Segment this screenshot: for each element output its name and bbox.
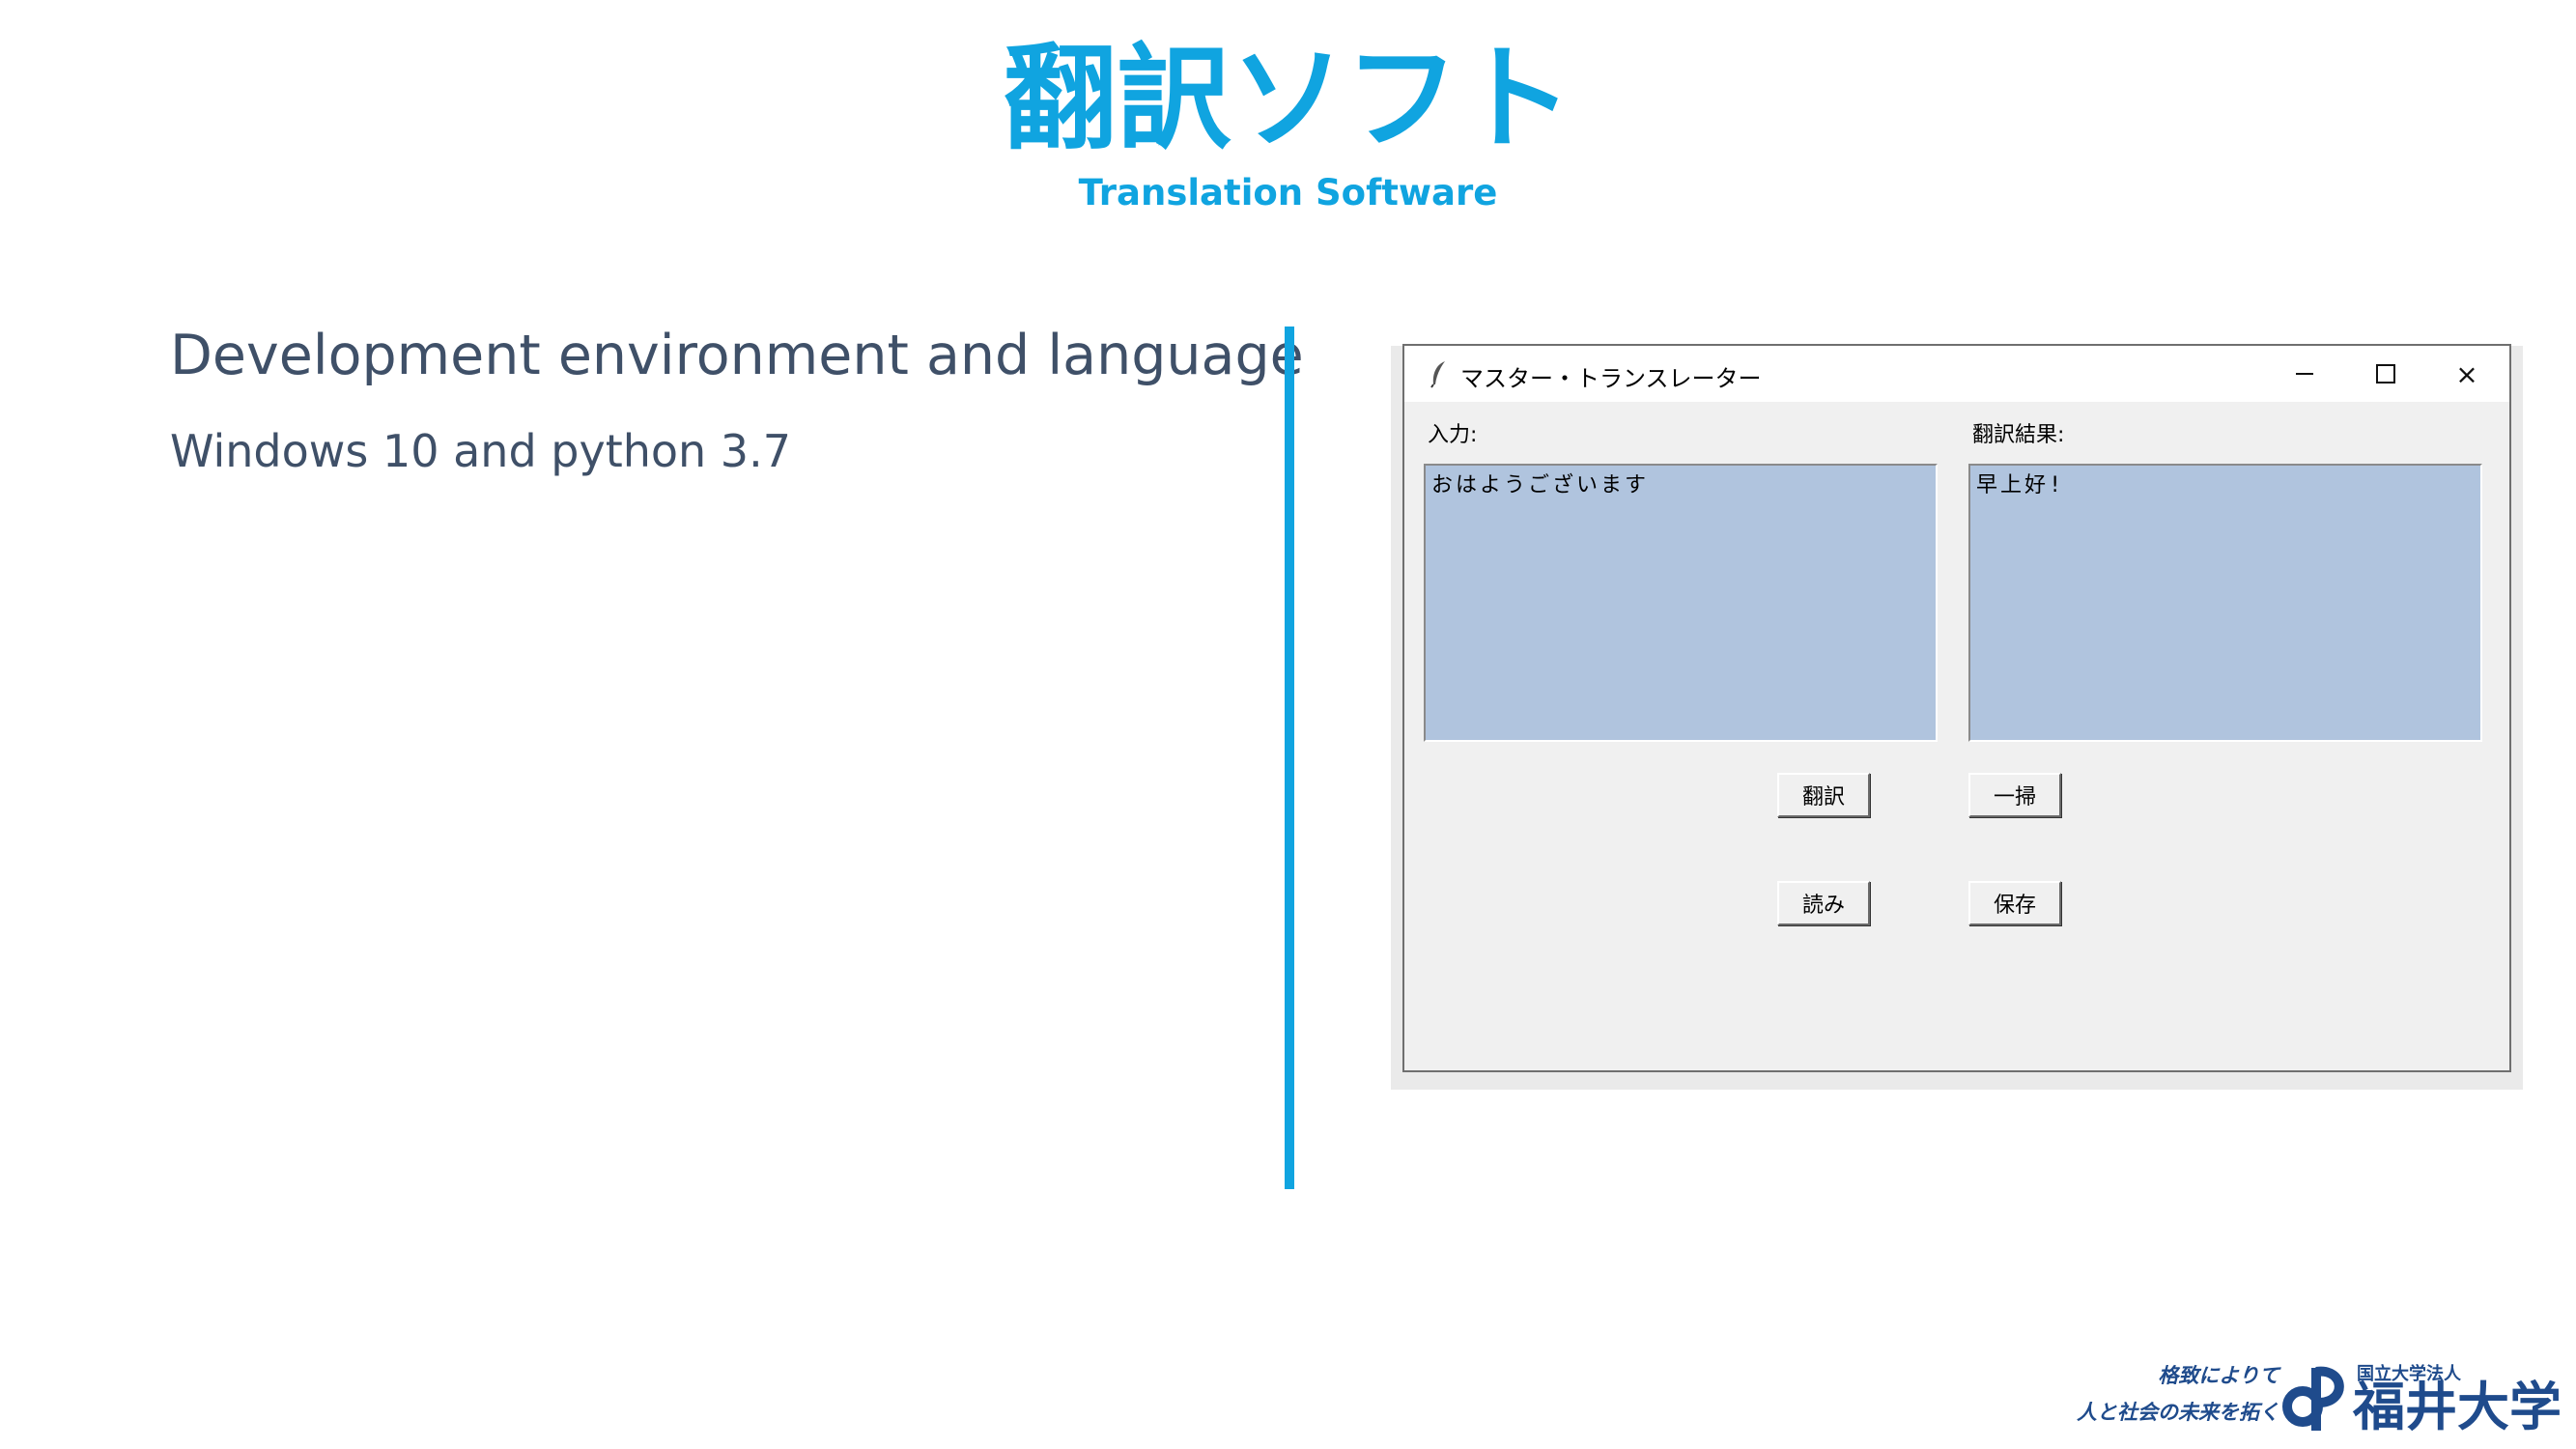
university-logo: 格致によりて 人と社会の未来を拓く 国立大学法人 福井大学	[2028, 1352, 2569, 1449]
output-label: 翻訳結果:	[1972, 423, 2065, 447]
section-text: Windows 10 and python 3.7	[170, 425, 791, 477]
maximize-icon	[2376, 364, 2395, 384]
slide-subtitle: Translation Software	[1078, 172, 1498, 213]
close-icon: ×	[2455, 357, 2478, 390]
logo-motto-line2: 人と社会の未来を拓く	[2077, 1401, 2279, 1424]
window-title: マスター・トランスレーター	[1460, 365, 1762, 392]
clear-button[interactable]: 一掃	[1968, 773, 2061, 817]
window-titlebar[interactable]: マスター・トランスレーター ×	[1404, 346, 2509, 402]
minimize-icon	[2296, 373, 2313, 375]
section-heading: Development environment and language	[170, 324, 1304, 387]
minimize-button[interactable]	[2264, 346, 2345, 402]
save-button[interactable]: 保存	[1968, 881, 2061, 925]
translator-window: マスター・トランスレーター × 入力: 翻訳結果: おはようございます 早上好!…	[1402, 344, 2511, 1072]
maximize-button[interactable]	[2345, 346, 2426, 402]
logo-name: 福井大学	[2353, 1377, 2562, 1437]
university-mark-icon	[2282, 1366, 2344, 1431]
close-button[interactable]: ×	[2426, 346, 2507, 402]
input-label: 入力:	[1428, 423, 1478, 447]
translate-button[interactable]: 翻訳	[1777, 773, 1870, 817]
feather-icon	[1430, 361, 1445, 388]
divider-line	[1285, 327, 1294, 1189]
slide-title: 翻訳ソフト	[1003, 32, 1573, 165]
load-button[interactable]: 読み	[1777, 881, 1870, 925]
logo-motto-line1: 格致によりて	[2158, 1364, 2279, 1387]
output-textbox[interactable]: 早上好!	[1968, 464, 2482, 742]
input-textbox[interactable]: おはようございます	[1424, 464, 1938, 742]
